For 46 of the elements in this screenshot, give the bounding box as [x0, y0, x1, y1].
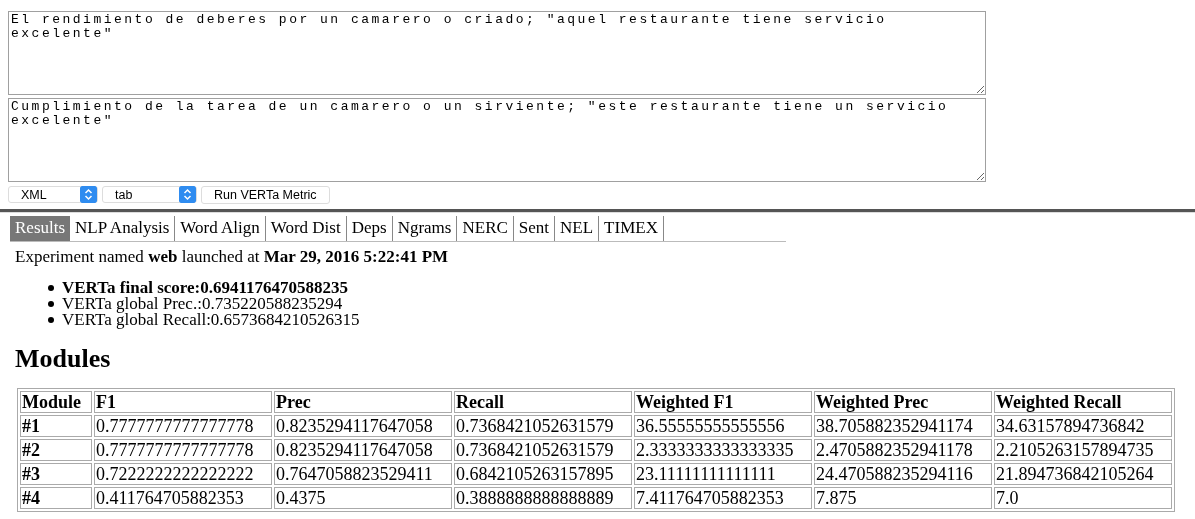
table-cell: 7.0: [994, 487, 1172, 509]
table-cell: 0.7777777777777778: [94, 415, 272, 437]
column-header: Weighted F1: [634, 391, 812, 413]
table-cell: #2: [20, 439, 92, 461]
table-cell: 34.63157894736842: [994, 415, 1172, 437]
table-cell: 0.7368421052631579: [454, 439, 632, 461]
table-cell: #1: [20, 415, 92, 437]
tab[interactable]: Results: [10, 216, 71, 241]
table-cell: 0.8235294117647058: [274, 415, 452, 437]
table-cell: 36.55555555555556: [634, 415, 812, 437]
table-cell: 38.705882352941174: [814, 415, 992, 437]
table-cell: 0.4375: [274, 487, 452, 509]
experiment-summary: Experiment named web launched at Mar 29, 2016 5:22:41 PM: [15, 247, 450, 267]
table-cell: 2.3333333333333335: [634, 439, 812, 461]
score-text: VERTa global Prec.:0.735220588235294: [62, 296, 343, 312]
table-cell: 2.2105263157894735: [994, 439, 1172, 461]
table-cell: 7.875: [814, 487, 992, 509]
table-cell: 0.411764705882353: [94, 487, 272, 509]
dropdown[interactable]: XML: [8, 186, 98, 203]
table-cell: 24.470588235294116: [814, 463, 992, 485]
table-cell: 7.411764705882353: [634, 487, 812, 509]
column-header: Module: [20, 391, 92, 413]
table-cell: #4: [20, 487, 92, 509]
table-cell: 0.8235294117647058: [274, 439, 452, 461]
table-cell: 0.7368421052631579: [454, 415, 632, 437]
column-header: Weighted Prec: [814, 391, 992, 413]
table-cell: 0.7222222222222222: [94, 463, 272, 485]
column-header: Prec: [274, 391, 452, 413]
run-button[interactable]: Run VERTa Metric: [201, 185, 330, 204]
table-cell: 23.11111111111111: [634, 463, 812, 485]
table-cell: 0.6842105263157895: [454, 463, 632, 485]
score-text: VERTa final score:0.6941176470588235: [62, 280, 349, 296]
score-text: VERTa global Recall:0.6573684210526315: [62, 312, 360, 328]
table-cell: #3: [20, 463, 92, 485]
column-header: F1: [94, 391, 272, 413]
table-cell: 2.4705882352941178: [814, 439, 992, 461]
column-header: Recall: [454, 391, 632, 413]
table-cell: 0.7777777777777778: [94, 439, 272, 461]
text-input[interactable]: El rendimiento de deberes por un camarero o criado; "aquel restaurante tiene servicio excelente": [8, 11, 986, 95]
text-input[interactable]: Cumplimiento de la tarea de un camarero o un sirviente; "este restaurante tiene un servicio excelente": [8, 98, 986, 182]
table-cell: 0.3888888888888889: [454, 487, 632, 509]
dropdown[interactable]: tab: [102, 186, 197, 203]
section-heading: Modules: [15, 344, 112, 374]
table-cell: 21.894736842105264: [994, 463, 1172, 485]
table-cell: 0.7647058823529411: [274, 463, 452, 485]
column-header: Weighted Recall: [994, 391, 1172, 413]
